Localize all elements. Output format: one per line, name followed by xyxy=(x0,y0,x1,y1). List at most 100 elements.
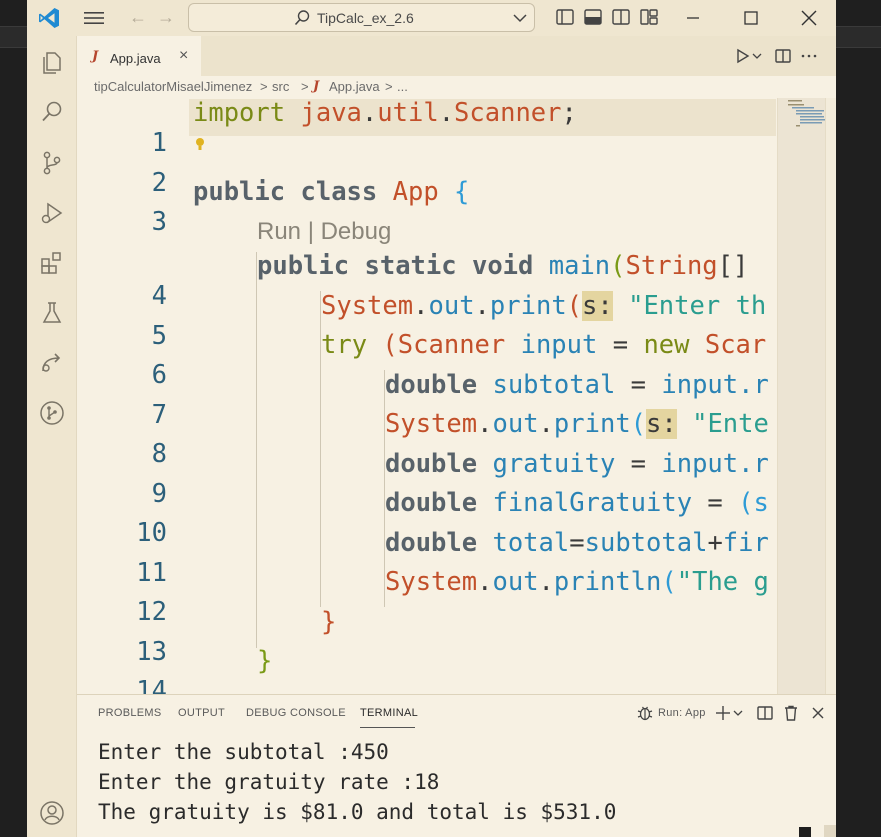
toggle-primary-sidebar-icon[interactable] xyxy=(556,9,574,25)
keyword: public xyxy=(193,177,286,207)
split-terminal-icon[interactable] xyxy=(756,704,774,722)
testing-icon[interactable] xyxy=(39,300,65,326)
method-name: println xyxy=(553,567,662,597)
class-name: System xyxy=(321,291,414,321)
search-icon[interactable] xyxy=(39,99,65,125)
toggle-panel-icon[interactable] xyxy=(584,9,602,25)
git-graph-icon[interactable] xyxy=(39,400,65,426)
operator: = xyxy=(692,488,739,518)
parameter-hint: s: xyxy=(646,409,677,439)
variable: input.r xyxy=(661,370,769,400)
breadcrumb-more[interactable]: ... xyxy=(397,79,408,94)
close-panel-icon[interactable] xyxy=(809,704,827,722)
java-file-icon: J xyxy=(92,49,99,64)
variable: input.r xyxy=(661,449,769,479)
vertical-scrollbar[interactable] xyxy=(825,98,836,694)
source-control-icon[interactable] xyxy=(39,150,65,176)
operator: = xyxy=(569,528,585,558)
punct: . xyxy=(538,567,554,597)
code-line-10: 10 double finalGratuity = (s xyxy=(77,488,777,548)
split-editor-icon[interactable] xyxy=(774,47,792,65)
tab-problems[interactable]: PROBLEMS xyxy=(98,707,162,719)
toggle-secondary-sidebar-icon[interactable] xyxy=(612,9,630,25)
punct: . xyxy=(361,98,378,128)
punct: . xyxy=(474,291,490,321)
codelens-run-debug[interactable]: Run | Debug xyxy=(257,218,391,246)
minimap[interactable] xyxy=(777,98,826,694)
minimap-slider[interactable] xyxy=(778,98,826,694)
variable: fir xyxy=(722,528,769,558)
menu-icon[interactable] xyxy=(83,8,105,28)
code-line-3: 3 public class App { xyxy=(77,177,777,237)
account-icon[interactable] xyxy=(39,800,65,826)
punct: . xyxy=(477,567,493,597)
more-actions-icon[interactable] xyxy=(800,47,818,65)
extensions-icon[interactable] xyxy=(39,250,65,276)
keyword: double xyxy=(385,449,478,479)
close-window-icon[interactable] xyxy=(797,6,821,30)
variable: total xyxy=(477,528,570,558)
tab-app-java[interactable]: J App.java × xyxy=(77,36,201,76)
keyword: void xyxy=(471,251,534,281)
code-editor[interactable]: 1 import java.util.Scanner; 2 3 public c… xyxy=(77,98,836,694)
explorer-icon[interactable] xyxy=(39,50,65,76)
variable: finalGratuity xyxy=(477,488,693,518)
class-name: System xyxy=(385,409,478,439)
paren: ( xyxy=(610,251,626,281)
run-and-debug-icon[interactable] xyxy=(39,200,65,226)
code-line-9: 9 double gratuity = input.r xyxy=(77,449,777,509)
code-line-11: 11 double total=subtotal+fir xyxy=(77,528,777,588)
punct: . xyxy=(538,409,554,439)
operator: = xyxy=(615,370,662,400)
command-center-search[interactable]: TipCalc_ex_2.6 xyxy=(188,3,535,32)
editor-tab-bar: J App.java × xyxy=(77,36,836,76)
chevron-down-icon[interactable] xyxy=(748,47,766,65)
class-name: System xyxy=(385,567,478,597)
brace: { xyxy=(454,177,470,207)
keyword: double xyxy=(385,488,478,518)
variable: input xyxy=(505,330,598,360)
field: out xyxy=(428,291,475,321)
terminal-line: Enter the gratuity rate :18 xyxy=(98,770,440,794)
code-line-5: 5 System.out.print(s: "Enter th xyxy=(77,291,777,351)
activity-bar xyxy=(27,36,77,837)
tab-close-icon[interactable]: × xyxy=(179,47,188,65)
customize-layout-icon[interactable] xyxy=(640,9,658,25)
maximize-icon[interactable] xyxy=(739,6,763,30)
code-line-2: 2 xyxy=(77,138,777,198)
tab-output[interactable]: OUTPUT xyxy=(178,707,225,719)
variable: subtotal xyxy=(477,370,616,400)
string: "The g xyxy=(676,567,769,597)
punct: . xyxy=(477,409,493,439)
operator: + xyxy=(707,528,723,558)
punct: . xyxy=(413,291,429,321)
remote-explorer-icon[interactable] xyxy=(39,350,65,376)
minimize-icon[interactable] xyxy=(681,6,705,30)
keyword: class xyxy=(300,177,378,207)
tab-terminal[interactable]: TERMINAL xyxy=(360,707,418,719)
method-name: main xyxy=(548,251,611,281)
type: Scanner xyxy=(397,330,506,360)
back-arrow-icon[interactable]: ← xyxy=(129,7,147,28)
chevron-down-icon[interactable] xyxy=(731,704,745,722)
bottom-panel: PROBLEMS OUTPUT DEBUG CONSOLE TERMINAL R… xyxy=(77,694,836,837)
trash-icon[interactable] xyxy=(782,704,800,722)
breadcrumb-project[interactable]: tipCalculatorMisaelJimenez xyxy=(94,79,252,94)
new-terminal-icon[interactable] xyxy=(714,704,732,722)
breadcrumb-file[interactable]: App.java xyxy=(329,79,380,94)
brace: } xyxy=(321,607,337,637)
tab-debug-console[interactable]: DEBUG CONSOLE xyxy=(246,707,346,719)
background-right-bar xyxy=(836,26,881,48)
breadcrumb-src[interactable]: src xyxy=(272,79,289,94)
terminal-scrollbar[interactable] xyxy=(824,825,836,837)
terminal-line: Enter the subtotal :450 xyxy=(98,740,389,764)
terminal-run-app[interactable]: Run: App xyxy=(658,707,706,719)
chevron-down-icon[interactable] xyxy=(512,10,528,26)
breadcrumb-separator: > xyxy=(385,79,393,94)
package: java xyxy=(300,98,362,128)
variable: subtotal xyxy=(584,528,708,558)
forward-arrow-icon[interactable]: → xyxy=(157,7,175,28)
paren: (s xyxy=(738,488,769,518)
breadcrumb: tipCalculatorMisaelJimenez > src > J App… xyxy=(77,76,836,98)
search-icon xyxy=(294,10,310,26)
